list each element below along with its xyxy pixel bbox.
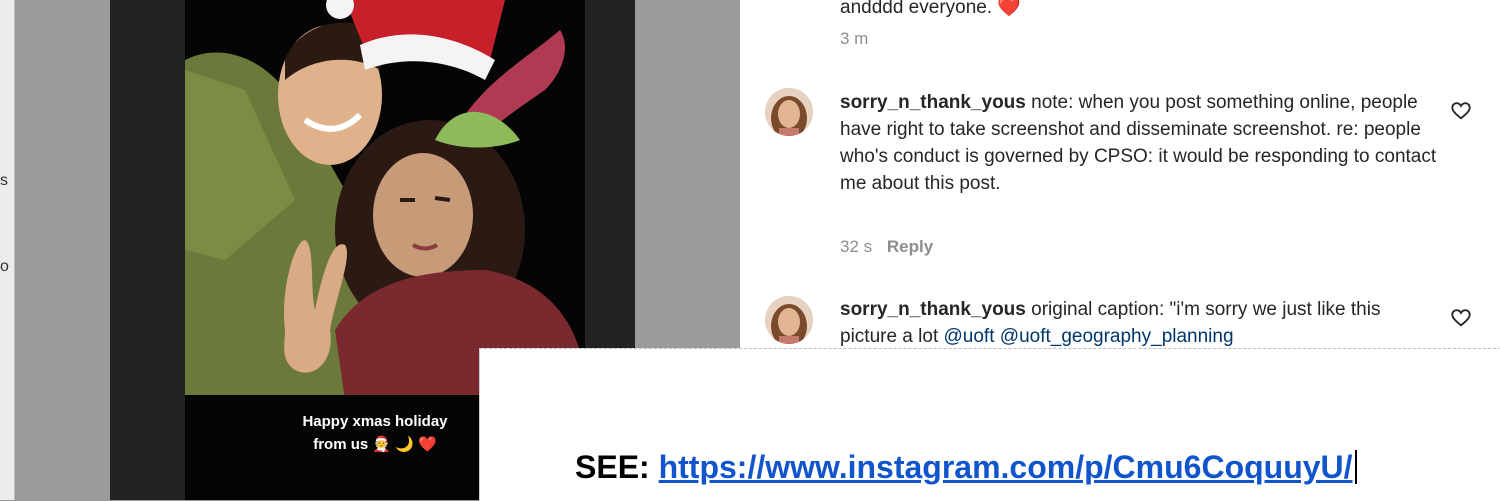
caption-line-2-text: from us [313,436,369,453]
reply-button[interactable]: Reply [887,237,933,256]
see-label: SEE: [575,449,650,485]
comment-text: andddd everyone. ❤️ [840,0,1440,21]
avatar[interactable] [765,88,813,136]
heart-emoji: ❤️ [997,0,1022,18]
heart-outline-icon [1451,309,1471,327]
avatar-image [765,88,813,136]
like-heart-icon[interactable] [1450,307,1472,329]
comment-meta: 3 m [840,29,868,49]
comment-username[interactable]: sorry_n_thank_yous [840,299,1026,320]
comment-text-tail: andddd everyone. [840,0,993,18]
photo-caption: Happy xmas holiday from us 🧑‍🎄 🌙 ❤️ [275,410,475,456]
avatar[interactable] [765,296,813,344]
left-window-edge: s o [0,0,15,500]
caption-emojis: 🧑‍🎄 🌙 ❤️ [372,436,437,453]
instagram-post-link[interactable]: https://www.instagram.com/p/Cmu6CoquuyU/ [659,449,1353,485]
cropped-text-fragment: o [0,258,9,275]
caption-line-1: Happy xmas holiday [302,413,448,430]
text-cursor [1354,450,1357,484]
comment-username[interactable]: sorry_n_thank_yous [840,92,1026,113]
comment-text: sorry_n_thank_yous original caption: "i'… [840,296,1440,350]
comment-text: sorry_n_thank_yous note: when you post s… [840,89,1440,197]
comment-timestamp: 3 m [840,29,869,48]
like-heart-icon[interactable] [1450,100,1472,122]
document-overlay: SEE: https://www.instagram.com/p/Cmu6Coq… [479,348,1500,501]
mention-link[interactable]: @uoft_geography_planning [1000,326,1234,347]
cropped-text-fragment: s [0,172,8,189]
mention-link[interactable]: @uoft [944,326,995,347]
avatar-image [765,296,813,344]
comment-meta: 32 s Reply [840,237,933,257]
heart-outline-icon [1451,102,1471,120]
see-reference-line: SEE: https://www.instagram.com/p/Cmu6Coq… [575,449,1357,486]
comment-timestamp: 32 s [840,237,873,256]
caption-line-2: from us 🧑‍🎄 🌙 ❤️ [275,433,475,456]
